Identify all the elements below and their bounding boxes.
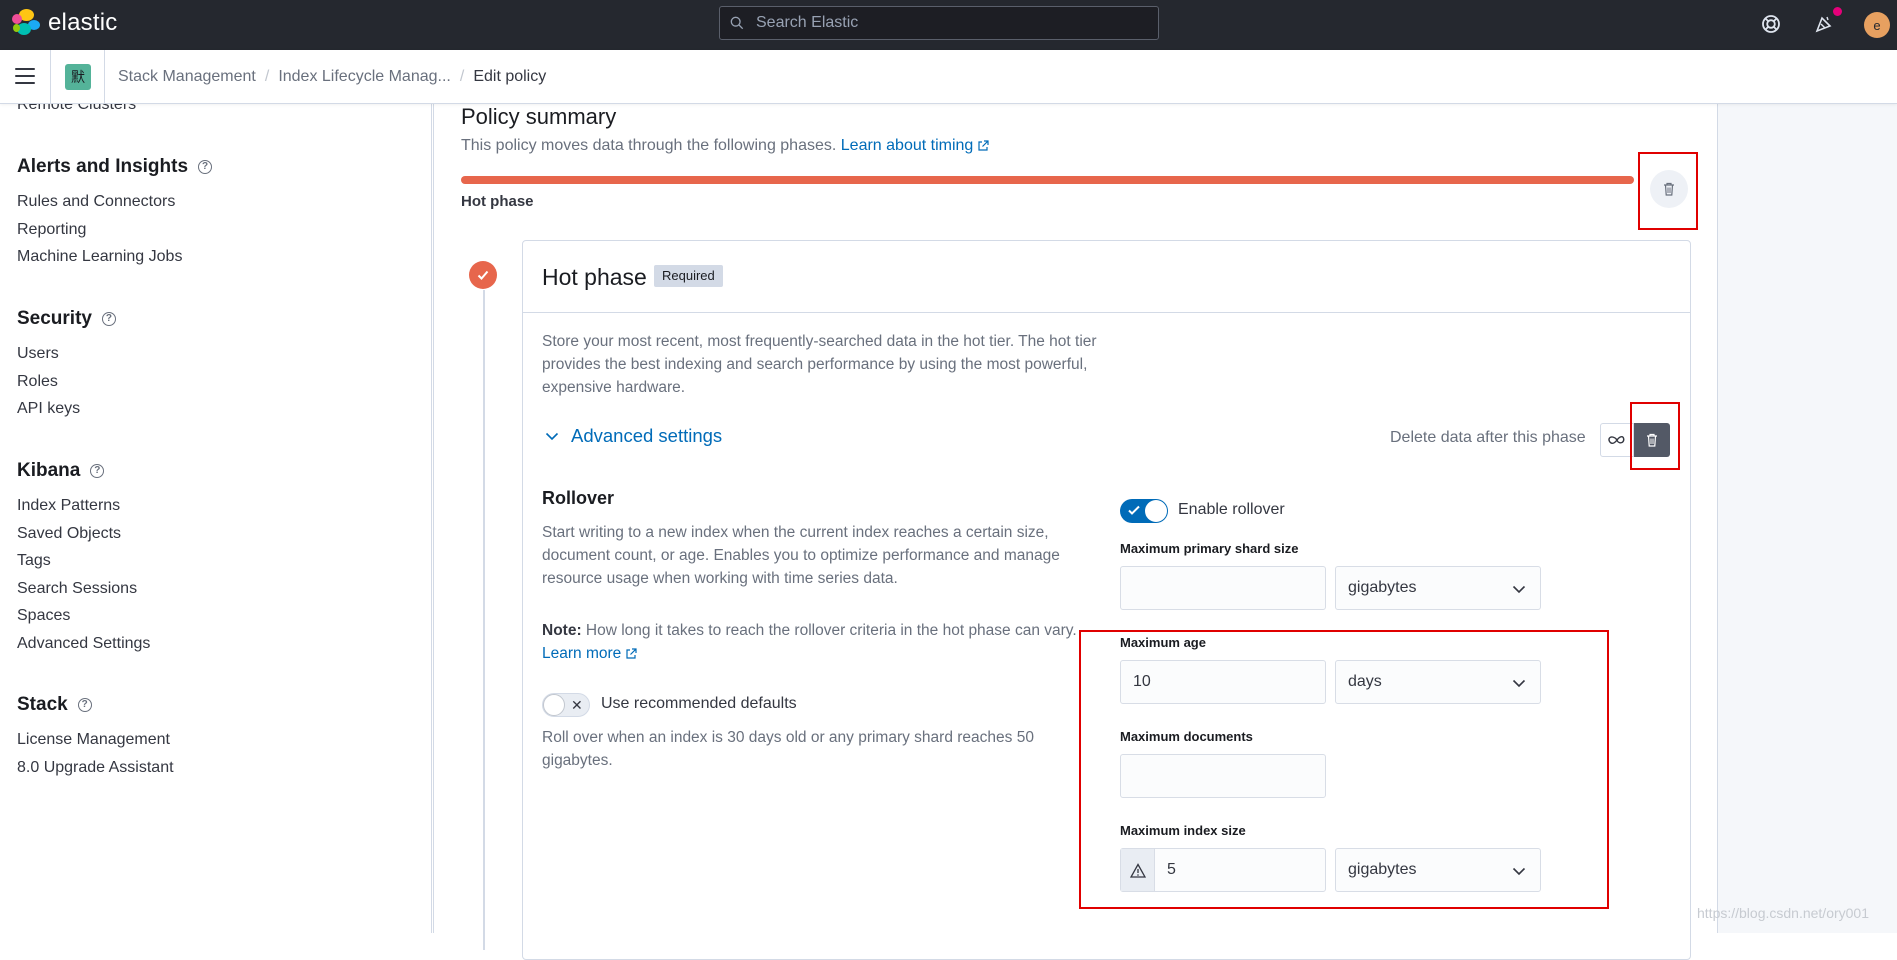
sidebar-item-users[interactable]: Users — [17, 340, 116, 368]
advanced-settings-label: Advanced settings — [571, 425, 723, 446]
search-input[interactable] — [754, 7, 1149, 39]
question-icon[interactable]: ? — [198, 160, 213, 174]
check-icon — [1128, 505, 1140, 515]
search-icon — [730, 16, 744, 30]
sidebar-item-index-patterns[interactable]: Index Patterns — [17, 492, 150, 520]
sidebar-item-license[interactable]: License Management — [17, 726, 174, 754]
hot-phase-description: Store your most recent, most frequently-… — [542, 333, 1097, 396]
policy-summary-desc: This policy moves data through the follo… — [461, 137, 989, 155]
close-icon: ✕ — [571, 697, 583, 713]
unit-value: gigabytes — [1348, 579, 1417, 596]
question-icon[interactable]: ? — [77, 698, 92, 712]
hot-phase-title: Hot phase — [542, 264, 647, 290]
max-shard-size-label: Maximum primary shard size — [1120, 541, 1299, 556]
highlight-box — [1630, 402, 1680, 470]
sidebar-group-security: Security ? Users Roles API keys — [17, 308, 116, 423]
enable-rollover-switch[interactable] — [1120, 499, 1168, 523]
notification-dot — [1833, 7, 1842, 16]
help-icon[interactable] — [1758, 11, 1784, 37]
sidebar-group-title: Kibana — [17, 460, 81, 481]
sidebar-group-alerts: Alerts and Insights ? Rules and Connecto… — [17, 156, 213, 271]
max-shard-size-input[interactable] — [1120, 566, 1326, 610]
sidebar-item-remote-clusters[interactable]: Remote Clusters — [17, 104, 136, 114]
sidebar-item-advanced-settings[interactable]: Advanced Settings — [17, 630, 150, 658]
phase-timeline-bar — [461, 176, 1634, 184]
brand-name: elastic — [48, 9, 118, 36]
external-link-icon — [978, 140, 989, 151]
breadcrumb-ilm[interactable]: Index Lifecycle Manag... — [278, 68, 451, 86]
rollover-note: Note: How long it takes to reach the rol… — [542, 619, 1082, 665]
rollover-title: Rollover — [542, 488, 615, 508]
sidebar-item-roles[interactable]: Roles — [17, 368, 116, 396]
highlight-box — [1638, 152, 1698, 230]
sidebar-item-tags[interactable]: Tags — [17, 547, 150, 575]
breadcrumb-stack-management[interactable]: Stack Management — [118, 68, 256, 86]
keep-data-forever-button[interactable] — [1600, 423, 1634, 457]
sidebar-item-saved-objects[interactable]: Saved Objects — [17, 520, 150, 548]
sidebar-group-title: Security — [17, 308, 92, 329]
sidebar-item-rules[interactable]: Rules and Connectors — [17, 188, 212, 216]
check-icon — [469, 261, 497, 289]
watermark: https://blog.csdn.net/ory001 — [1697, 905, 1869, 921]
breadcrumb: Stack Management / Index Lifecycle Manag… — [118, 68, 547, 86]
learn-more-text: Learn more — [542, 645, 622, 662]
switch-knob — [543, 694, 565, 716]
sidebar-item-upgrade-assistant[interactable]: 8.0 Upgrade Assistant — [17, 754, 174, 782]
sidebar-item-search-sessions[interactable]: Search Sessions — [17, 575, 150, 603]
infinity-icon — [1608, 435, 1625, 445]
avatar[interactable]: e — [1864, 12, 1890, 38]
external-link-icon — [626, 648, 637, 659]
timeline-hot-phase-label: Hot phase — [461, 193, 534, 210]
learn-timing-text: Learn about timing — [840, 137, 974, 154]
sidebar-group-kibana: Kibana ? Index Patterns Saved Objects Ta… — [17, 460, 150, 657]
note-text: How long it takes to reach the rollover … — [585, 622, 1077, 639]
elastic-logo-icon — [12, 9, 40, 37]
rollover-description: Start writing to a new index when the cu… — [542, 524, 1060, 587]
question-icon[interactable]: ? — [90, 464, 105, 478]
policy-summary-title: Policy summary — [461, 104, 617, 129]
recommended-defaults-switch[interactable]: ✕ — [542, 693, 590, 717]
global-search[interactable] — [719, 6, 1159, 40]
learn-more-link[interactable]: Learn more — [542, 645, 637, 662]
required-badge: Required — [654, 265, 723, 287]
divider — [104, 50, 105, 104]
top-header: elastic e — [0, 0, 1897, 50]
elastic-logo[interactable]: elastic — [12, 9, 117, 37]
sidebar-group-title: Stack — [17, 694, 68, 715]
menu-icon[interactable] — [15, 68, 35, 84]
sidebar-item-spaces[interactable]: Spaces — [17, 602, 150, 630]
chevron-down-icon — [545, 432, 559, 441]
divider — [50, 50, 51, 104]
recommended-defaults-desc: Roll over when an index is 30 days old o… — [542, 729, 1034, 769]
space-avatar[interactable]: 默 — [65, 64, 91, 90]
advanced-settings-toggle[interactable]: Advanced settings — [545, 425, 722, 447]
breadcrumb-current: Edit policy — [473, 68, 547, 85]
card-header: Hot phase Required — [523, 241, 1690, 313]
delete-data-label: Delete data after this phase — [1390, 429, 1586, 446]
question-icon[interactable]: ? — [101, 312, 116, 326]
sidebar-group-stack: Stack ? License Management 8.0 Upgrade A… — [17, 694, 174, 781]
newsfeed-icon[interactable] — [1811, 11, 1837, 37]
note-label: Note: — [542, 622, 582, 639]
breadcrumb-bar: 默 Stack Management / Index Lifecycle Man… — [0, 50, 1897, 104]
timeline-line — [483, 290, 485, 950]
sidebar: Remote Clusters Alerts and Insights ? Ru… — [0, 104, 432, 933]
sidebar-item-api-keys[interactable]: API keys — [17, 395, 116, 423]
max-shard-size-unit-select[interactable]: gigabytes — [1335, 566, 1541, 610]
highlight-box — [1079, 630, 1609, 909]
enable-rollover-label: Enable rollover — [1178, 501, 1285, 518]
summary-text: This policy moves data through the follo… — [461, 137, 837, 154]
sidebar-item-reporting[interactable]: Reporting — [17, 216, 212, 244]
learn-timing-link[interactable]: Learn about timing — [841, 137, 990, 154]
sidebar-group-title: Alerts and Insights — [17, 156, 189, 177]
switch-knob — [1145, 500, 1167, 522]
recommended-defaults-label: Use recommended defaults — [601, 695, 797, 712]
sidebar-item-ml-jobs[interactable]: Machine Learning Jobs — [17, 243, 212, 271]
chevron-down-icon — [1512, 585, 1526, 594]
